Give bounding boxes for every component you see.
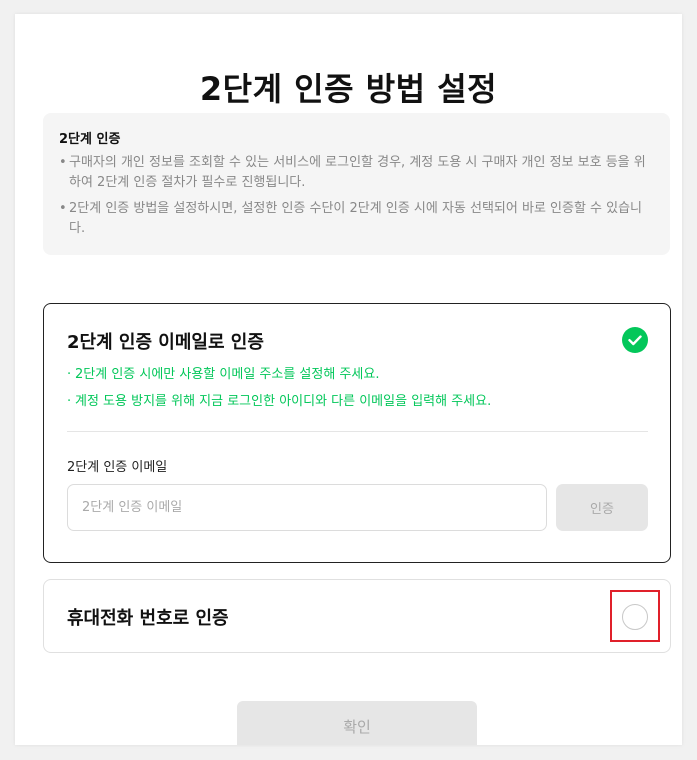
bullet: · [67, 394, 72, 409]
highlight-box [610, 590, 660, 642]
email-hints: · 2단계 인증 시에만 사용할 이메일 주소를 설정해 주세요. · 계정 도… [67, 361, 650, 415]
notice-title: 2단계 인증 [59, 132, 121, 147]
email-field-label: 2단계 인증 이메일 [67, 460, 168, 475]
check-circle-icon[interactable] [622, 327, 648, 353]
notice-item: • 구매자의 개인 정보를 조회할 수 있는 서비스에 로그인할 경우, 계정 … [59, 153, 654, 193]
bullet: · [67, 367, 72, 382]
notice-item-text: 2단계 인증 방법을 설정하시면, 설정한 인증 수단이 2단계 인증 시에 자… [69, 201, 643, 236]
hint-item: · 2단계 인증 시에만 사용할 이메일 주소를 설정해 주세요. [67, 361, 650, 388]
page-title: 2단계 인증 방법 설정 [199, 70, 498, 108]
settings-panel: 2단계 인증 방법 설정 2단계 인증 • 구매자의 개인 정보를 조회할 수 … [15, 14, 682, 745]
email-auth-option[interactable]: 2단계 인증 이메일로 인증 · 2단계 인증 시에만 사용할 이메일 주소를 … [43, 303, 671, 563]
radio-circle-icon[interactable] [622, 604, 648, 630]
bullet: • [59, 155, 67, 170]
bullet: • [59, 201, 67, 216]
hint-text: 계정 도용 방지를 위해 지금 로그인한 아이디와 다른 이메일을 입력해 주세… [75, 394, 492, 409]
notice-box: 2단계 인증 • 구매자의 개인 정보를 조회할 수 있는 서비스에 로그인할 … [43, 113, 670, 255]
verify-button[interactable]: 인증 [556, 484, 648, 531]
phone-option-title: 휴대전화 번호로 인증 [67, 608, 229, 629]
email-field[interactable] [67, 484, 547, 531]
email-option-title: 2단계 인증 이메일로 인증 [67, 332, 264, 353]
confirm-button[interactable]: 확인 [237, 701, 477, 745]
phone-auth-option[interactable]: 휴대전화 번호로 인증 [43, 579, 671, 653]
hint-item: · 계정 도용 방지를 위해 지금 로그인한 아이디와 다른 이메일을 입력해 … [67, 388, 650, 415]
divider [67, 431, 648, 432]
hint-text: 2단계 인증 시에만 사용할 이메일 주소를 설정해 주세요. [75, 367, 380, 382]
notice-item: • 2단계 인증 방법을 설정하시면, 설정한 인증 수단이 2단계 인증 시에… [59, 199, 654, 239]
notice-item-text: 구매자의 개인 정보를 조회할 수 있는 서비스에 로그인할 경우, 계정 도용… [69, 155, 646, 190]
